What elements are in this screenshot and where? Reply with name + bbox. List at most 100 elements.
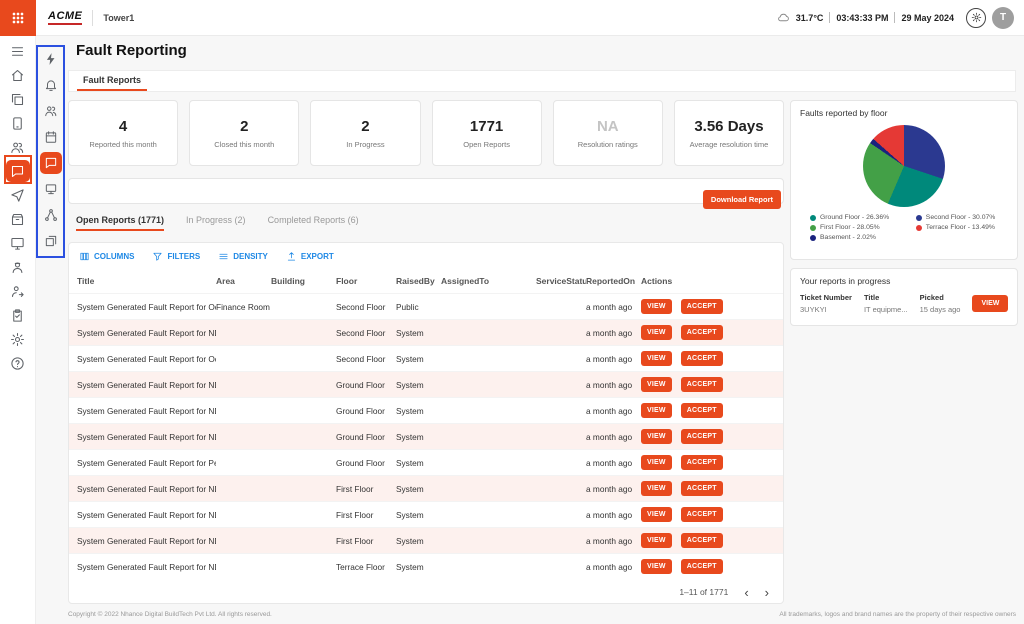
legend-dot xyxy=(916,225,922,231)
integrations-icon[interactable] xyxy=(40,204,62,226)
settings-icon[interactable] xyxy=(6,328,30,350)
view-button[interactable]: VIEW xyxy=(641,429,672,444)
home-icon[interactable] xyxy=(6,64,30,86)
next-page-button[interactable]: › xyxy=(765,586,769,599)
kpi-value: NA xyxy=(597,118,619,135)
view-progress-button[interactable]: VIEW xyxy=(972,295,1008,312)
fault-reporting-icon[interactable] xyxy=(6,160,30,182)
accept-button[interactable]: ACCEPT xyxy=(681,507,723,522)
pages-icon[interactable] xyxy=(6,88,30,110)
visitor-icon[interactable] xyxy=(6,280,30,302)
tablet-icon[interactable] xyxy=(6,112,30,134)
column-header[interactable]: ReportedOn xyxy=(586,276,641,286)
export-button[interactable]: EXPORT xyxy=(286,251,334,262)
report-tab[interactable]: Open Reports (1771) xyxy=(76,215,164,231)
view-button[interactable]: VIEW xyxy=(641,325,672,340)
toolbar-icon xyxy=(218,251,229,262)
kpi-label: Reported this month xyxy=(89,140,157,149)
report-tab[interactable]: Completed Reports (6) xyxy=(268,215,359,231)
accept-button[interactable]: ACCEPT xyxy=(681,429,723,444)
table-row[interactable]: System Generated Fault Report for NDB...… xyxy=(69,475,783,501)
help-icon[interactable] xyxy=(6,352,30,374)
table-row[interactable]: System Generated Fault Report for NDB...… xyxy=(69,501,783,527)
accept-button[interactable]: ACCEPT xyxy=(681,559,723,574)
table-row[interactable]: System Generated Fault Report for NDB...… xyxy=(69,527,783,553)
filters-button[interactable]: FILTERS xyxy=(152,251,200,262)
page-title: Fault Reporting xyxy=(76,42,187,59)
column-header[interactable]: ServiceStatus xyxy=(536,276,586,286)
table-row[interactable]: System Generated Fault Report for NDB...… xyxy=(69,553,783,579)
app-grid-icon[interactable] xyxy=(0,0,36,36)
toolbar-icon xyxy=(152,251,163,262)
column-header[interactable]: Title xyxy=(77,276,216,286)
prev-page-button[interactable]: ‹ xyxy=(744,586,748,599)
kpi-card: 3.56 Days Average resolution time xyxy=(674,100,784,166)
table-row[interactable]: System Generated Fault Report for NDB...… xyxy=(69,319,783,345)
tab-fault-reports[interactable]: Fault Reports xyxy=(77,75,147,91)
avatar[interactable]: T xyxy=(992,7,1014,29)
accept-button[interactable]: ACCEPT xyxy=(681,325,723,340)
accept-button[interactable]: ACCEPT xyxy=(681,533,723,548)
table-row[interactable]: System Generated Fault Report for NDB...… xyxy=(69,423,783,449)
settings-button[interactable] xyxy=(966,8,986,28)
column-header[interactable]: AssignedTo xyxy=(441,276,536,286)
kpi-label: Open Reports xyxy=(463,140,510,149)
column-header[interactable]: Area xyxy=(216,276,271,286)
occupancy-icon[interactable] xyxy=(40,100,62,122)
view-button[interactable]: VIEW xyxy=(641,403,672,418)
toolbar-icon xyxy=(286,251,297,262)
table-row[interactable]: System Generated Fault Report for Peop..… xyxy=(69,449,783,475)
fault-reports-icon[interactable] xyxy=(40,152,62,174)
column-header[interactable]: Building xyxy=(271,276,336,286)
cell-title: System Generated Fault Report for NDB... xyxy=(77,380,216,390)
view-button[interactable]: VIEW xyxy=(641,559,672,574)
team-icon[interactable] xyxy=(6,136,30,158)
view-button[interactable]: VIEW xyxy=(641,533,672,548)
tasks-icon[interactable] xyxy=(6,304,30,326)
accept-button[interactable]: ACCEPT xyxy=(681,377,723,392)
report-tab[interactable]: In Progress (2) xyxy=(186,215,246,231)
density-button[interactable]: DENSITY xyxy=(218,251,268,262)
legend-item: Second Floor - 30.07% xyxy=(916,214,1008,221)
energy-icon[interactable] xyxy=(40,48,62,70)
download-report-button[interactable]: Download Report xyxy=(703,190,781,209)
column-header[interactable]: Actions xyxy=(641,276,775,286)
column-header[interactable]: Floor xyxy=(336,276,396,286)
table-row[interactable]: System Generated Fault Report for Odo...… xyxy=(69,345,783,371)
view-button[interactable]: VIEW xyxy=(641,455,672,470)
table-row[interactable]: System Generated Fault Report for NDB...… xyxy=(69,371,783,397)
send-icon[interactable] xyxy=(6,184,30,206)
accept-button[interactable]: ACCEPT xyxy=(681,403,723,418)
documents-icon[interactable] xyxy=(40,230,62,252)
building-selector[interactable]: Tower1 xyxy=(103,13,134,23)
alerts-icon[interactable] xyxy=(40,74,62,96)
bookings-icon[interactable] xyxy=(40,126,62,148)
view-button[interactable]: VIEW xyxy=(641,351,672,366)
brand-logo: ACME xyxy=(48,10,82,25)
table-row[interactable]: System Generated Fault Report for Odo...… xyxy=(69,293,783,319)
view-button[interactable]: VIEW xyxy=(641,377,672,392)
table-body: System Generated Fault Report for Odo...… xyxy=(69,293,783,579)
view-button[interactable]: VIEW xyxy=(641,481,672,496)
cell-raised-by: System xyxy=(396,380,441,390)
legend-dot xyxy=(916,215,922,221)
menu-icon[interactable] xyxy=(6,40,30,62)
title-col: Title IT equipme... xyxy=(864,293,908,314)
accept-button[interactable]: ACCEPT xyxy=(681,299,723,314)
cell-title: System Generated Fault Report for NDB... xyxy=(77,484,216,494)
column-header[interactable]: RaisedBy xyxy=(396,276,441,286)
monitor-icon[interactable] xyxy=(6,232,30,254)
technician-icon[interactable] xyxy=(6,256,30,278)
view-button[interactable]: VIEW xyxy=(641,299,672,314)
accept-button[interactable]: ACCEPT xyxy=(681,455,723,470)
cell-reported-on: a month ago xyxy=(586,328,641,338)
desk-icon[interactable] xyxy=(40,178,62,200)
cell-title: System Generated Fault Report for NDB... xyxy=(77,406,216,416)
search-input[interactable] xyxy=(69,179,783,203)
accept-button[interactable]: ACCEPT xyxy=(681,481,723,496)
accept-button[interactable]: ACCEPT xyxy=(681,351,723,366)
view-button[interactable]: VIEW xyxy=(641,507,672,522)
table-row[interactable]: System Generated Fault Report for NDB...… xyxy=(69,397,783,423)
columns-button[interactable]: COLUMNS xyxy=(79,251,134,262)
assets-icon[interactable] xyxy=(6,208,30,230)
